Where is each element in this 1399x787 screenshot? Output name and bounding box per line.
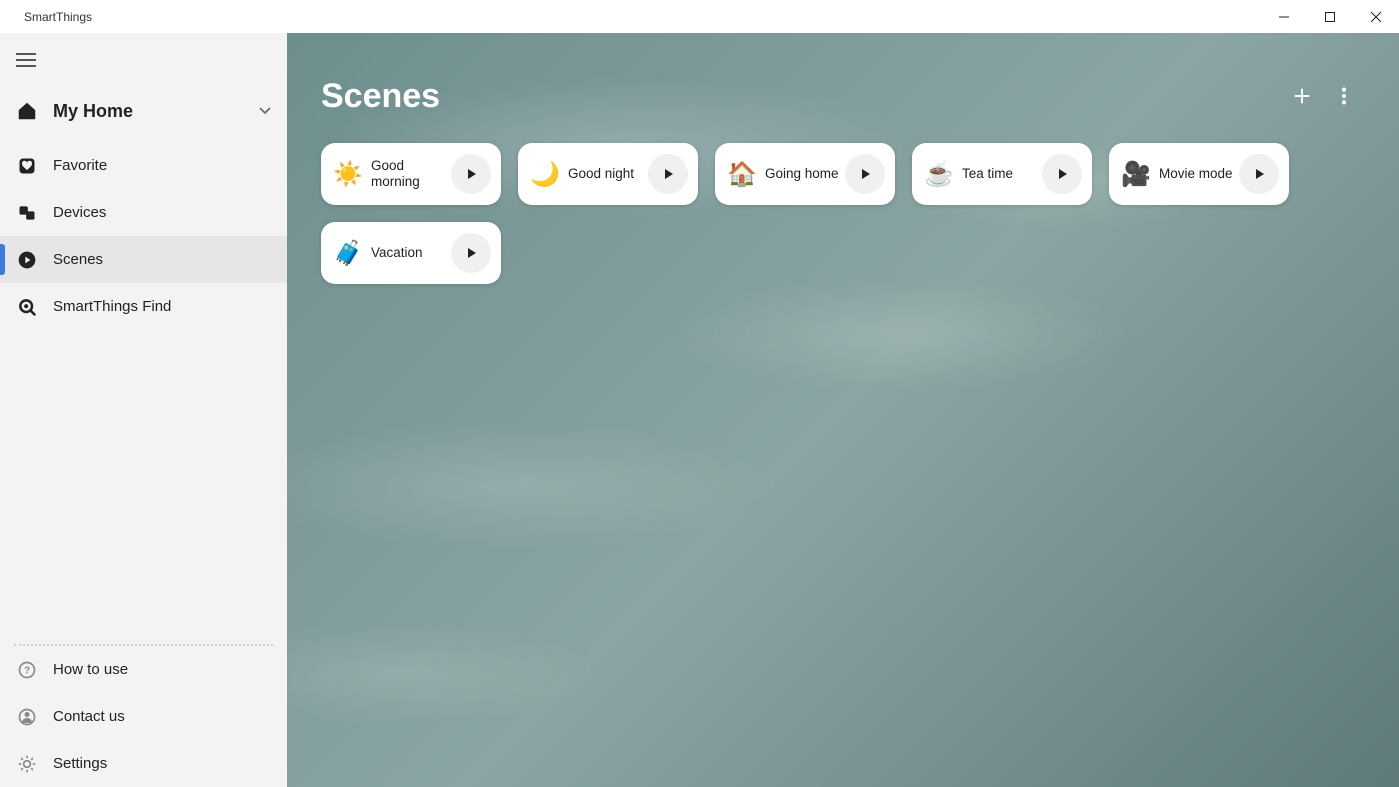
sidebar-item-how-to-use[interactable]: ? How to use xyxy=(0,646,287,693)
house-icon: 🏠 xyxy=(727,159,757,189)
close-button[interactable] xyxy=(1353,0,1399,33)
run-scene-button[interactable] xyxy=(1042,154,1082,194)
scene-card-vacation[interactable]: 🧳 Vacation xyxy=(321,222,501,284)
scene-label: Vacation xyxy=(371,245,451,261)
sidebar-item-scenes[interactable]: Scenes xyxy=(0,236,287,283)
home-label: My Home xyxy=(53,101,259,122)
sidebar-item-label: Contact us xyxy=(53,708,125,725)
sidebar-item-settings[interactable]: Settings xyxy=(0,740,287,787)
sidebar-item-label: SmartThings Find xyxy=(53,298,171,315)
hamburger-button[interactable] xyxy=(0,33,287,88)
run-scene-button[interactable] xyxy=(1239,154,1279,194)
find-icon xyxy=(14,297,40,317)
sidebar-item-label: Settings xyxy=(53,755,107,772)
heart-icon xyxy=(14,156,40,176)
sidebar-item-label: Scenes xyxy=(53,251,103,268)
scene-label: Movie mode xyxy=(1159,166,1239,182)
sidebar-item-favorite[interactable]: Favorite xyxy=(0,142,287,189)
sidebar-item-smartthings-find[interactable]: SmartThings Find xyxy=(0,283,287,330)
run-scene-button[interactable] xyxy=(845,154,885,194)
more-options-button[interactable] xyxy=(1323,75,1365,117)
tea-icon: ☕ xyxy=(924,159,954,189)
chevron-down-icon xyxy=(259,102,271,120)
scene-card-going-home[interactable]: 🏠 Going home xyxy=(715,143,895,205)
scene-label: Going home xyxy=(765,166,845,182)
scene-label: Tea time xyxy=(962,166,1042,182)
title-bar: SmartThings xyxy=(0,0,1399,33)
scene-card-movie-mode[interactable]: 🎥 Movie mode xyxy=(1109,143,1289,205)
scene-label: Good morning xyxy=(371,158,451,190)
main-content: Scenes ☀️ Good morning 🌙 Good night xyxy=(287,33,1399,787)
movie-icon: 🎥 xyxy=(1121,159,1151,189)
scene-label: Good night xyxy=(568,166,648,182)
moon-icon: 🌙 xyxy=(530,159,560,189)
sidebar: My Home Favorite Devices Scenes xyxy=(0,33,287,787)
run-scene-button[interactable] xyxy=(648,154,688,194)
sun-icon: ☀️ xyxy=(333,159,363,189)
sidebar-item-contact-us[interactable]: Contact us xyxy=(0,693,287,740)
contact-icon xyxy=(14,707,40,727)
scene-card-good-night[interactable]: 🌙 Good night xyxy=(518,143,698,205)
add-scene-button[interactable] xyxy=(1281,75,1323,117)
gear-icon xyxy=(14,754,40,774)
home-selector[interactable]: My Home xyxy=(0,88,287,142)
sidebar-item-label: How to use xyxy=(53,661,128,678)
home-icon xyxy=(14,100,40,122)
page-title: Scenes xyxy=(321,77,1281,116)
sidebar-item-label: Devices xyxy=(53,204,106,221)
sidebar-item-devices[interactable]: Devices xyxy=(0,189,287,236)
run-scene-button[interactable] xyxy=(451,154,491,194)
scene-card-good-morning[interactable]: ☀️ Good morning xyxy=(321,143,501,205)
maximize-button[interactable] xyxy=(1307,0,1353,33)
app-title: SmartThings xyxy=(24,10,92,24)
luggage-icon: 🧳 xyxy=(333,238,363,268)
svg-text:?: ? xyxy=(24,665,30,676)
sidebar-item-label: Favorite xyxy=(53,157,107,174)
minimize-button[interactable] xyxy=(1261,0,1307,33)
play-circle-icon xyxy=(14,250,40,270)
devices-icon xyxy=(14,203,40,223)
run-scene-button[interactable] xyxy=(451,233,491,273)
scene-card-tea-time[interactable]: ☕ Tea time xyxy=(912,143,1092,205)
help-icon: ? xyxy=(14,660,40,680)
